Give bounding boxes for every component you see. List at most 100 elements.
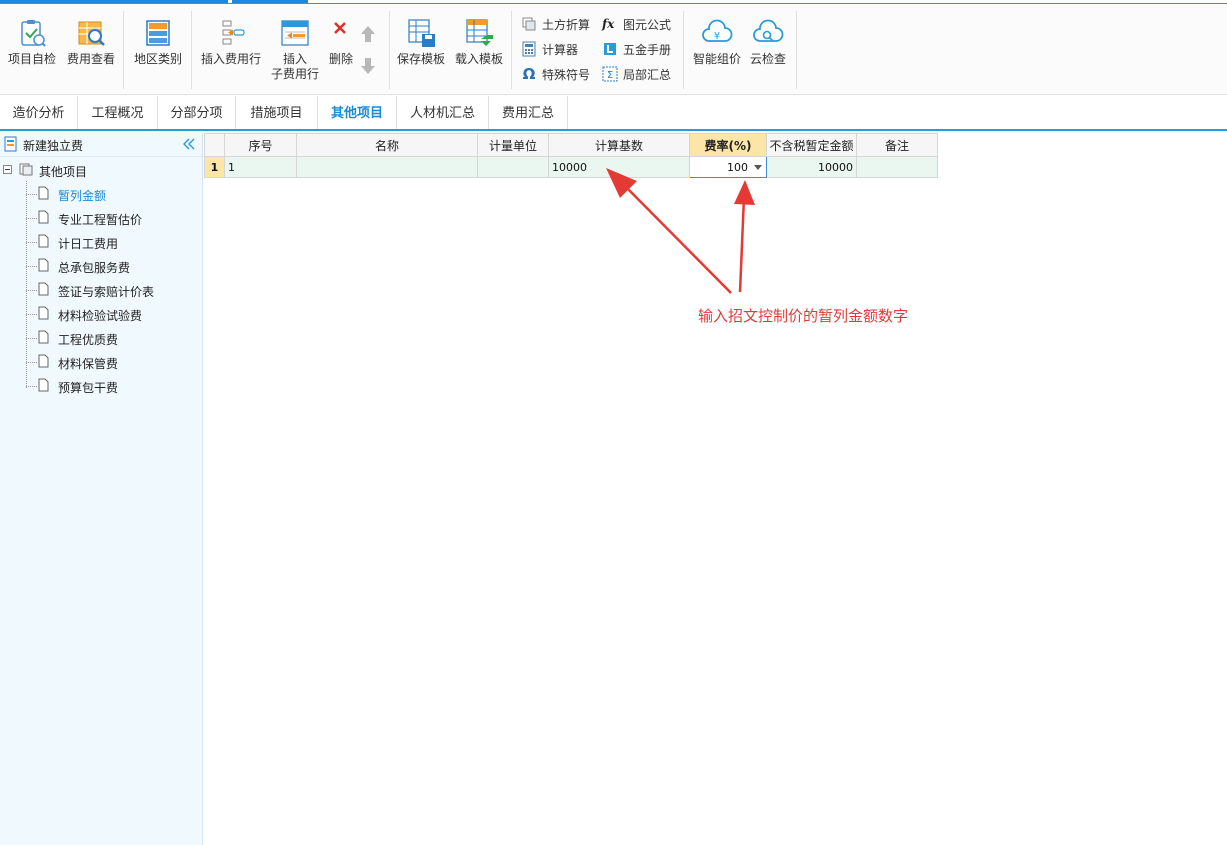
header-seq[interactable]: 序号 (224, 133, 297, 157)
document-icon (38, 330, 49, 344)
load-template-icon (466, 19, 493, 46)
tree-connector (26, 362, 37, 363)
tree-item-general-contract-service[interactable]: 总承包服务费 (26, 257, 202, 277)
chevron-down-icon[interactable] (754, 165, 762, 170)
cell-rate-dropdown[interactable]: 100 (689, 156, 767, 178)
tree-item-daywork[interactable]: 计日工费用 (26, 233, 202, 253)
tab-project-overview[interactable]: 工程概况 (78, 96, 158, 129)
folder-doc-icon (19, 163, 33, 176)
tree-connector (26, 242, 37, 243)
region-type-button[interactable]: 地区类别 (132, 17, 184, 67)
header-amount[interactable]: 不含税暂定金额 (766, 133, 857, 157)
insert-fee-row-label: 插入费用行 (200, 52, 261, 66)
tree-item-label: 工程优质费 (58, 333, 119, 347)
document-icon (38, 210, 49, 224)
toolbar-group-check: 项目自检 费用查看 (0, 11, 124, 89)
earthwork-button[interactable]: 土方折算 (521, 14, 590, 34)
annotation-text: 输入招文控制价的暂列金额数字 (698, 307, 909, 325)
tree-item-provisional-sum[interactable]: 暂列金额 (26, 185, 202, 205)
tree-item-specialty-estimate[interactable]: 专业工程暂估价 (26, 209, 202, 229)
header-rate[interactable]: 费率(%) (689, 133, 767, 157)
cell-unit[interactable] (477, 156, 549, 178)
toolbar-group-template: 保存模板 载入模板 (390, 11, 512, 89)
calculator-label: 计算器 (542, 42, 579, 57)
header-base[interactable]: 计算基数 (548, 133, 690, 157)
new-fee-icon[interactable] (4, 136, 18, 152)
cell-rate-value: 100 (727, 160, 748, 174)
document-icon (38, 282, 49, 296)
tab-fee-summary[interactable]: 费用汇总 (489, 96, 568, 129)
tab-label: 措施项目 (250, 106, 303, 121)
tree-item-budget-lump-sum[interactable]: 预算包干费 (26, 377, 202, 397)
insert-sub-fee-row-button[interactable]: 插入 子费用行 (266, 17, 324, 82)
special-symbol-label: 特殊符号 (542, 67, 591, 82)
move-up-icon[interactable] (360, 25, 376, 43)
tree-item-label: 预算包干费 (58, 381, 119, 395)
cell-base[interactable]: 10000 (548, 156, 690, 178)
fee-table: 序号 名称 计量单位 计算基数 费率(%) 不含税暂定金额 备注 1 1 100… (204, 133, 938, 178)
insert-subrow-icon (281, 20, 309, 46)
move-down-icon[interactable] (360, 57, 376, 75)
collapse-chevron-icon[interactable] (181, 136, 197, 152)
self-check-button[interactable]: 项目自检 (6, 17, 58, 67)
new-fee-label[interactable]: 新建独立费 (23, 137, 83, 154)
tree-connector (26, 218, 37, 219)
cell-amount[interactable]: 10000 (766, 156, 857, 178)
cell-seq[interactable]: 1 (224, 156, 297, 178)
tree-item-label: 总承包服务费 (58, 261, 131, 275)
header-name[interactable]: 名称 (296, 133, 478, 157)
tree-item-material-testing[interactable]: 材料检验试验费 (26, 305, 202, 325)
earthwork-icon (522, 17, 536, 31)
save-template-button[interactable]: 保存模板 (394, 17, 448, 67)
tree-item-material-storage[interactable]: 材料保管费 (26, 353, 202, 373)
load-template-button[interactable]: 载入模板 (452, 17, 506, 67)
graphic-formula-button[interactable]: fx 图元公式 (602, 14, 671, 34)
insert-fee-row-button[interactable]: 插入费用行 (198, 17, 264, 67)
tree-root-other-items[interactable]: 其他项目 (0, 161, 202, 181)
document-icon (38, 378, 49, 392)
smart-pricing-button[interactable]: ¥ 智能组价 (690, 17, 744, 67)
svg-text:¥: ¥ (714, 31, 720, 42)
insert-sub-fee-row-label-line2: 子费用行 (270, 67, 319, 81)
tree-item-quality-fee[interactable]: 工程优质费 (26, 329, 202, 349)
fee-view-button[interactable]: 费用查看 (64, 17, 118, 67)
cell-remark[interactable] (856, 156, 938, 178)
fee-grid: 序号 名称 计量单位 计算基数 费率(%) 不含税暂定金额 备注 1 1 100… (204, 133, 938, 178)
row-number[interactable]: 1 (204, 156, 225, 178)
tab-label: 费用汇总 (501, 106, 554, 121)
special-symbol-button[interactable]: Ω 特殊符号 (521, 64, 590, 84)
tree-connector (26, 290, 37, 291)
hardware-manual-button[interactable]: 五金手册 (602, 39, 671, 59)
tab-subdivision-items[interactable]: 分部分项 (158, 96, 236, 129)
tab-measure-items[interactable]: 措施项目 (236, 96, 318, 129)
tree-item-label: 专业工程暂估价 (58, 213, 143, 227)
document-icon (38, 258, 49, 272)
tab-labor-material-summary[interactable]: 人材机汇总 (397, 96, 489, 129)
cloud-check-button[interactable]: 云检查 (746, 17, 790, 67)
toolbar-group-tools: 土方折算 计算器 Ω 特殊符号 fx 图元公式 五金手册 Σ 局部汇总 (512, 11, 684, 89)
tab-other-items[interactable]: 其他项目 (318, 96, 397, 129)
tree-connector (26, 386, 37, 387)
header-remark[interactable]: 备注 (856, 133, 938, 157)
calculator-button[interactable]: 计算器 (521, 39, 578, 59)
table-row[interactable]: 1 1 10000 100 10000 (204, 156, 938, 178)
header-unit[interactable]: 计量单位 (477, 133, 549, 157)
cloud-yen-icon: ¥ (702, 19, 733, 42)
graphic-formula-label: 图元公式 (623, 17, 672, 32)
tree-item-label: 计日工费用 (58, 237, 119, 251)
collapse-minus-icon[interactable] (3, 165, 12, 174)
cell-name[interactable] (296, 156, 478, 178)
local-summary-button[interactable]: Σ 局部汇总 (602, 64, 671, 84)
tree-item-visa-claims[interactable]: 签证与索赔计价表 (26, 281, 202, 301)
cloud-check-label: 云检查 (749, 52, 786, 66)
save-template-icon (408, 19, 435, 47)
tree-item-label: 材料保管费 (58, 357, 119, 371)
delete-button[interactable]: 删除 (326, 17, 356, 67)
tree-item-label: 材料检验试验费 (58, 309, 143, 323)
toolbar-group-region: 地区类别 (124, 11, 192, 89)
tree-item-label: 签证与索赔计价表 (58, 285, 155, 299)
tab-cost-analysis[interactable]: 造价分析 (0, 96, 78, 129)
tree-connector (26, 314, 37, 315)
document-icon (38, 306, 49, 320)
row-number-header (204, 133, 225, 157)
